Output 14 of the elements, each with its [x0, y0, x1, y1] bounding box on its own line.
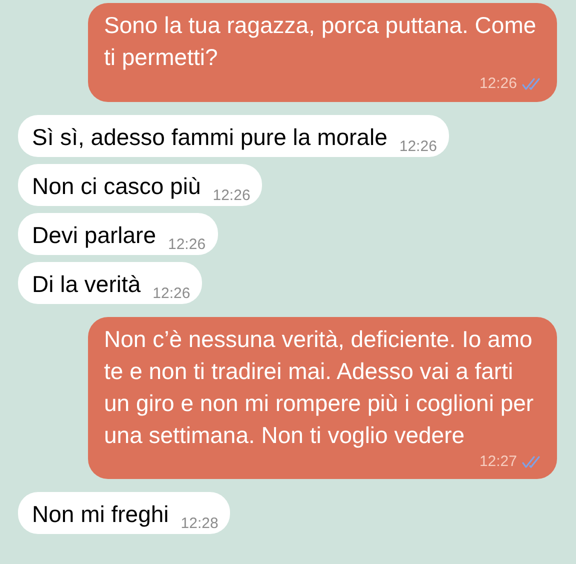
message-text: Di la verità — [32, 270, 141, 298]
message-time: 12:28 — [180, 514, 218, 534]
message-time: 12:26 — [212, 186, 250, 206]
message-time: 12:26 — [399, 136, 437, 156]
message-text: Non ci casco più — [32, 172, 201, 201]
message-time: 12:26 — [168, 234, 206, 254]
message-time: 12:27 — [479, 452, 517, 472]
message-time: 12:26 — [479, 74, 517, 94]
message-text: Sono la tua ragazza, porca puttana. Come ti permetti? — [104, 11, 538, 72]
message-time: 12:26 — [152, 284, 190, 304]
message-text: Non mi freghi — [32, 500, 169, 529]
message-text: Devi parlare — [32, 220, 156, 250]
message-text: Non c’è nessuna verità, deficiente. Io amo te e non ti tradirei mai. Adesso vai a farti un giro e non mi rompere più i coglioni per una settimana. Non ti voglio vedere — [104, 324, 535, 450]
message-text: Sì sì, adesso fammi pure la morale — [32, 122, 388, 152]
